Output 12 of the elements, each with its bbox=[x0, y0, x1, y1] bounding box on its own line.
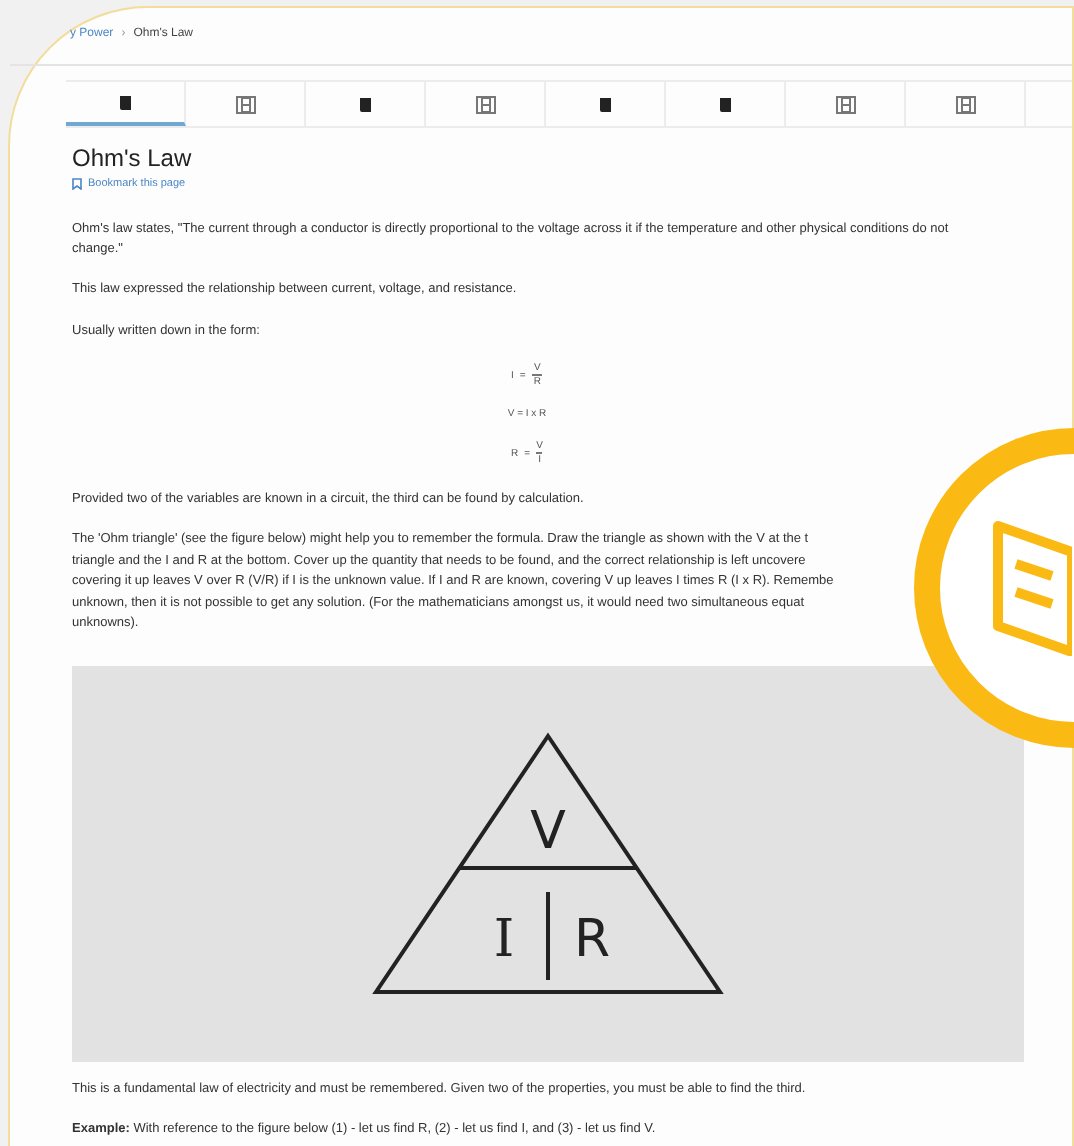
film-icon bbox=[955, 95, 975, 113]
ohm-triangle-drawing: V I R bbox=[372, 731, 724, 995]
book-icon bbox=[117, 93, 133, 111]
tab[interactable] bbox=[66, 82, 186, 126]
bookmark-icon bbox=[72, 178, 82, 190]
page-title: Ohm's Law bbox=[72, 144, 194, 172]
film-icon bbox=[235, 95, 255, 113]
book-icon bbox=[357, 95, 373, 113]
film-icon bbox=[475, 95, 495, 113]
book-icon bbox=[597, 95, 613, 113]
film-icon bbox=[835, 95, 855, 113]
book-icon bbox=[717, 95, 733, 113]
